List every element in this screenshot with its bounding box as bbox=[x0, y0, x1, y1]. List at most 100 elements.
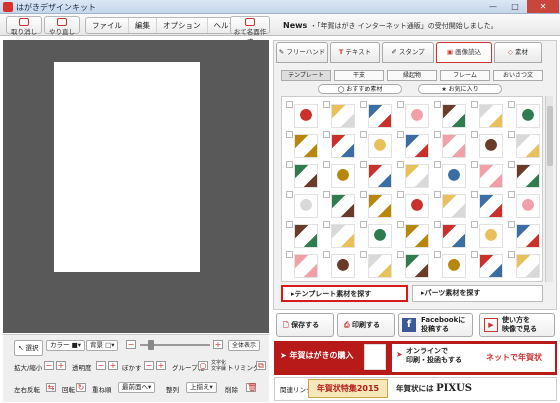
template-thumbnail[interactable] bbox=[397, 131, 431, 161]
favorite-toggle-icon[interactable] bbox=[323, 221, 330, 228]
maximize-button[interactable]: □ bbox=[504, 0, 526, 13]
favorite-toggle-icon[interactable] bbox=[471, 251, 478, 258]
favorite-toggle-icon[interactable] bbox=[508, 191, 515, 198]
favorite-toggle-icon[interactable] bbox=[286, 251, 293, 258]
template-thumbnail[interactable] bbox=[286, 251, 320, 281]
favorite-toggle-icon[interactable] bbox=[508, 161, 515, 168]
favorite-toggle-icon[interactable] bbox=[508, 221, 515, 228]
template-thumbnail[interactable] bbox=[323, 161, 357, 191]
save-button[interactable]: 🗋 保存する bbox=[276, 313, 334, 337]
nameplate-button[interactable]: おて名面作成 bbox=[230, 16, 270, 46]
template-thumbnail[interactable] bbox=[397, 191, 431, 221]
online-print-link[interactable]: ➤ オンラインで 印刷・投函もする ネットで年賀状 bbox=[392, 344, 555, 372]
zoom-in-button[interactable]: + bbox=[213, 340, 223, 349]
favorite-toggle-icon[interactable] bbox=[286, 101, 293, 108]
favorite-toggle-icon[interactable] bbox=[508, 251, 515, 258]
subtab-engimono[interactable]: 縁起物 bbox=[387, 70, 437, 81]
template-thumbnail[interactable] bbox=[397, 101, 431, 131]
template-thumbnail[interactable] bbox=[286, 221, 320, 251]
favorite-toggle-icon[interactable] bbox=[397, 221, 404, 228]
align-select[interactable]: 上揃え▾ bbox=[186, 382, 217, 393]
template-thumbnail[interactable] bbox=[471, 251, 505, 281]
background-selector[interactable]: 背景 □▾ bbox=[86, 340, 119, 351]
tab-freehand[interactable]: ✎ フリーハンド bbox=[276, 42, 328, 63]
tab-material[interactable]: ◇ 素材 bbox=[494, 42, 542, 63]
template-thumbnail[interactable] bbox=[434, 161, 468, 191]
find-template-button[interactable]: ▸テンプレート素材を探す bbox=[281, 285, 408, 302]
favorite-toggle-icon[interactable] bbox=[286, 161, 293, 168]
zoom-slider-handle[interactable] bbox=[148, 340, 154, 350]
favorite-toggle-icon[interactable] bbox=[360, 131, 367, 138]
template-thumbnail[interactable] bbox=[323, 221, 357, 251]
favorite-toggle-icon[interactable] bbox=[434, 221, 441, 228]
favorite-toggle-icon[interactable] bbox=[360, 251, 367, 258]
scale-plus[interactable]: + bbox=[56, 361, 66, 370]
template-thumbnail[interactable] bbox=[434, 101, 468, 131]
blur-minus[interactable]: − bbox=[144, 361, 154, 370]
favorite-toggle-icon[interactable] bbox=[323, 161, 330, 168]
subtab-eto[interactable]: 干支 bbox=[334, 70, 384, 81]
favorite-toggle-icon[interactable] bbox=[286, 131, 293, 138]
template-thumbnail[interactable] bbox=[286, 191, 320, 221]
show-all-button[interactable]: 全体表示 bbox=[228, 340, 261, 351]
template-thumbnail[interactable] bbox=[471, 131, 505, 161]
favorite-toggle-icon[interactable] bbox=[360, 221, 367, 228]
trash-icon[interactable]: 🗑 bbox=[246, 383, 257, 392]
template-thumbnail[interactable] bbox=[508, 101, 542, 131]
template-thumbnail[interactable] bbox=[323, 191, 357, 221]
favorite-toggle-icon[interactable] bbox=[323, 101, 330, 108]
buy-link[interactable]: ➤ 年賀はがきの購入 bbox=[280, 350, 354, 361]
template-thumbnail[interactable] bbox=[508, 161, 542, 191]
favorite-toggle-icon[interactable] bbox=[360, 191, 367, 198]
print-button[interactable]: ⎙ 印刷する bbox=[337, 313, 395, 337]
menu-edit[interactable]: 編集 bbox=[129, 18, 157, 33]
favorite-toggle-icon[interactable] bbox=[397, 251, 404, 258]
opacity-minus[interactable]: − bbox=[96, 361, 106, 370]
favorite-toggle-icon[interactable] bbox=[323, 251, 330, 258]
template-thumbnail[interactable] bbox=[323, 131, 357, 161]
delete-label[interactable]: 削除 bbox=[225, 384, 238, 394]
favorite-toggle-icon[interactable] bbox=[360, 101, 367, 108]
template-thumbnail[interactable] bbox=[323, 101, 357, 131]
template-thumbnail[interactable] bbox=[360, 191, 394, 221]
rotate-label[interactable]: 回転 bbox=[62, 384, 75, 394]
scale-minus[interactable]: − bbox=[44, 361, 54, 370]
close-button[interactable]: ✕ bbox=[527, 0, 559, 13]
group-icon[interactable]: ○ bbox=[198, 361, 208, 370]
trim-label[interactable]: トリミング bbox=[227, 362, 260, 372]
favorite-toggle-icon[interactable] bbox=[471, 191, 478, 198]
template-thumbnail[interactable] bbox=[508, 251, 542, 281]
favorite-toggle-icon[interactable] bbox=[434, 251, 441, 258]
undo-button[interactable]: 取り消し bbox=[6, 16, 42, 36]
template-thumbnail[interactable] bbox=[360, 101, 394, 131]
subtab-greeting[interactable]: おいさつ文 bbox=[493, 70, 543, 81]
template-thumbnail[interactable] bbox=[434, 191, 468, 221]
template-thumbnail[interactable] bbox=[360, 221, 394, 251]
front-select[interactable]: 最前面へ▾ bbox=[118, 382, 156, 393]
template-thumbnail[interactable] bbox=[434, 221, 468, 251]
video-guide-button[interactable]: ▶ 使い方を 映像で見る bbox=[479, 313, 555, 337]
favorite-toggle-icon[interactable] bbox=[286, 191, 293, 198]
favorite-toggle-icon[interactable] bbox=[471, 131, 478, 138]
flip-icon[interactable]: ⇆ bbox=[46, 383, 56, 392]
blur-plus[interactable]: + bbox=[156, 361, 166, 370]
favorite-toggle-icon[interactable] bbox=[508, 101, 515, 108]
template-thumbnail[interactable] bbox=[397, 221, 431, 251]
recommend-button[interactable]: ◯ おすすめ素材 bbox=[318, 84, 402, 94]
redo-button[interactable]: やり直し bbox=[44, 16, 80, 36]
favorite-toggle-icon[interactable] bbox=[323, 131, 330, 138]
tab-image-load[interactable]: ▣ 画像読込 bbox=[436, 42, 492, 63]
favorite-toggle-icon[interactable] bbox=[434, 101, 441, 108]
tab-stamp[interactable]: ✐ スタンプ bbox=[382, 42, 434, 63]
grid-scrollbar[interactable] bbox=[545, 96, 553, 282]
menu-option[interactable]: オプション bbox=[157, 18, 208, 33]
template-thumbnail[interactable] bbox=[360, 161, 394, 191]
template-thumbnail[interactable] bbox=[286, 161, 320, 191]
subtab-template[interactable]: テンプレート bbox=[281, 70, 331, 81]
select-button[interactable]: ↖ 選択 bbox=[14, 340, 43, 356]
tab-text[interactable]: T テキスト bbox=[330, 42, 380, 63]
favorites-button[interactable]: ★ お気に入り bbox=[418, 84, 502, 94]
favorite-toggle-icon[interactable] bbox=[397, 131, 404, 138]
scrollbar-thumb[interactable] bbox=[547, 106, 553, 166]
template-thumbnail[interactable] bbox=[471, 191, 505, 221]
